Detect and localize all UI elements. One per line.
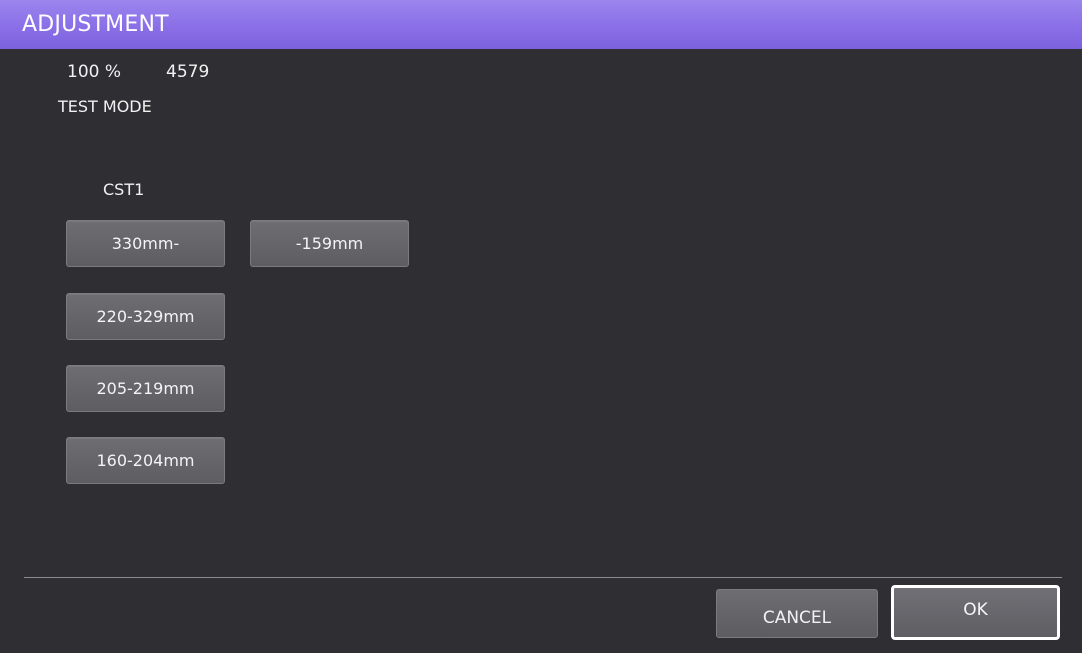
size-220-329mm-button[interactable]: 220-329mm <box>66 293 225 340</box>
cassette-label: CST1 <box>103 180 145 199</box>
page-title: ADJUSTMENT <box>22 12 169 37</box>
size-159mm-minus-button[interactable]: -159mm <box>250 220 409 267</box>
status-count: 4579 <box>166 62 210 82</box>
ok-button[interactable]: OK <box>891 585 1060 640</box>
mode-label: TEST MODE <box>58 97 152 116</box>
size-160-204mm-button[interactable]: 160-204mm <box>66 437 225 484</box>
title-bar: ADJUSTMENT <box>0 0 1082 49</box>
size-330mm-plus-button[interactable]: 330mm- <box>66 220 225 267</box>
size-205-219mm-button[interactable]: 205-219mm <box>66 365 225 412</box>
cancel-button[interactable]: CANCEL <box>716 589 878 638</box>
footer-divider <box>24 577 1062 578</box>
status-percent: 100 % <box>67 62 122 82</box>
